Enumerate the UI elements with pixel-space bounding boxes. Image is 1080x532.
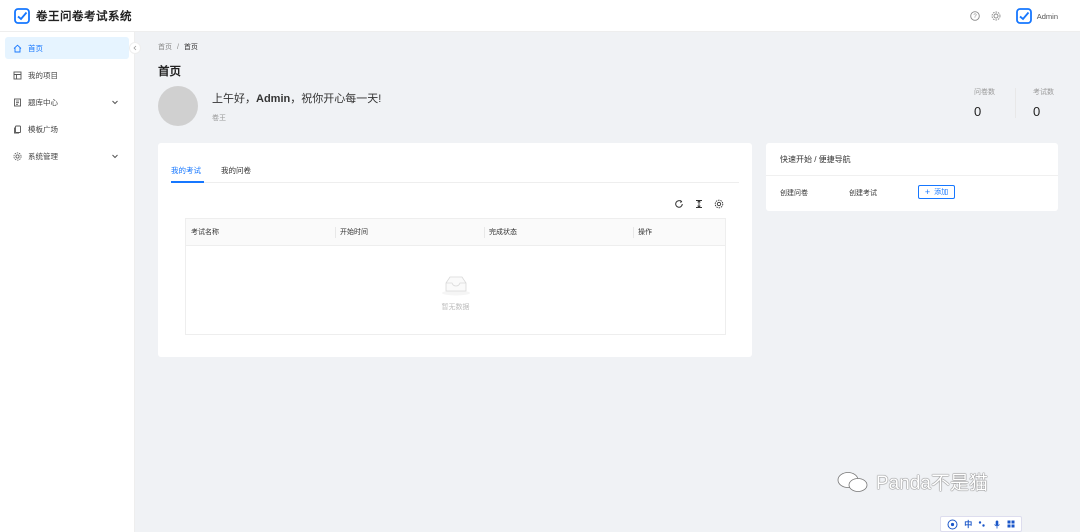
quick-start-card: 快速开始 / 便捷导航 创建问卷 创建考试 + 添加: [766, 143, 1058, 211]
exam-table: 考试名称 开始时间 完成状态 操作 暂无数据: [185, 218, 726, 335]
add-shortcut-button[interactable]: + 添加: [918, 185, 955, 199]
create-survey-link[interactable]: 创建问卷: [780, 188, 808, 198]
greeting-name: Admin: [256, 93, 291, 105]
empty-box-icon: [441, 276, 470, 296]
create-exam-link[interactable]: 创建考试: [849, 188, 877, 198]
settings-icon: [13, 152, 22, 161]
stat-label: 问卷数: [974, 89, 995, 96]
stat-divider: [1015, 88, 1016, 118]
punctuation-icon[interactable]: [978, 520, 986, 528]
breadcrumb-separator: /: [176, 44, 179, 51]
apps-grid-icon[interactable]: [1007, 520, 1015, 528]
page-title: 首页: [158, 66, 181, 78]
home-icon: [13, 44, 22, 53]
column-height-icon[interactable]: [693, 198, 704, 209]
table-settings-icon[interactable]: [713, 198, 724, 209]
tab-active-indicator: [171, 181, 204, 183]
sidebar-item-label: 首页: [28, 43, 43, 53]
chevron-down-icon: [112, 100, 118, 105]
plus-icon: +: [924, 186, 931, 197]
tab-my-surveys[interactable]: 我的问卷: [221, 165, 251, 176]
column-header: 完成状态: [484, 219, 633, 245]
stat-survey-count: 问卷数 0: [974, 87, 995, 119]
sidebar-item-system[interactable]: 系统管理: [5, 145, 129, 167]
microphone-icon[interactable]: [993, 520, 1001, 529]
stat-value: 0: [1033, 104, 1041, 119]
user-role: 卷王: [212, 115, 226, 122]
sidebar-item-projects[interactable]: 我的项目: [5, 64, 129, 86]
greeting-prefix: 上午好，: [212, 93, 256, 105]
project-icon: [13, 71, 22, 80]
refresh-icon[interactable]: [673, 198, 684, 209]
svg-text:?: ?: [973, 14, 977, 20]
column-header: 考试名称: [191, 229, 219, 236]
user-avatar-icon[interactable]: [1015, 8, 1032, 24]
ime-logo-icon[interactable]: [947, 519, 958, 530]
stat-label: 考试数: [1033, 89, 1054, 96]
app-logo-icon: [14, 7, 30, 24]
sidebar-item-templates[interactable]: 模板广场: [5, 118, 129, 140]
avatar: [158, 86, 198, 126]
wechat-icon: [837, 471, 868, 492]
gear-icon[interactable]: [990, 10, 1002, 22]
watermark-text: Panda不是猫: [876, 473, 988, 494]
stat-value: 0: [974, 104, 982, 119]
empty-state: 暂无数据: [186, 246, 725, 334]
sidebar-item-label: 系统管理: [28, 151, 58, 161]
sidebar-item-question-bank[interactable]: 题库中心: [5, 91, 129, 113]
sidebar-collapse-button[interactable]: [129, 42, 141, 54]
help-icon[interactable]: ?: [969, 10, 981, 22]
watermark: Panda不是猫: [836, 468, 988, 495]
empty-text: 暂无数据: [441, 304, 470, 311]
sidebar-item-home[interactable]: 首页: [5, 37, 129, 59]
breadcrumb: 首页 / 首页: [158, 42, 198, 52]
breadcrumb-current: 首页: [183, 44, 198, 51]
app-title: 卷王问卷考试系统: [36, 10, 132, 23]
top-header: 卷王问卷考试系统 ? Admin: [0, 0, 1080, 32]
column-header: 操作: [633, 219, 725, 245]
column-header: 开始时间: [335, 219, 484, 245]
greeting-suffix: ，祝你开心每一天!: [290, 93, 382, 105]
question-bank-icon: [13, 98, 22, 107]
sidebar-item-label: 模板广场: [28, 124, 58, 134]
tab-my-exams[interactable]: 我的考试: [171, 165, 201, 176]
greeting: 上午好，Admin，祝你开心每一天!: [212, 90, 381, 106]
ime-mode[interactable]: 中: [964, 519, 972, 530]
sidebar-item-label: 题库中心: [28, 97, 58, 107]
stat-exam-count: 考试数 0: [1033, 87, 1054, 119]
table-toolbar: [664, 198, 724, 209]
ime-toolbar[interactable]: 中: [940, 516, 1022, 532]
quick-start-title: 快速开始 / 便捷导航: [780, 155, 851, 164]
username[interactable]: Admin: [1037, 12, 1058, 21]
divider: [766, 175, 1058, 176]
table-header: 考试名称 开始时间 完成状态 操作: [186, 219, 725, 246]
sidebar: 首页 我的项目 题库中心 模板广场 系统管理: [0, 32, 135, 532]
template-icon: [13, 125, 22, 134]
brand[interactable]: 卷王问卷考试系统: [14, 7, 132, 24]
chevron-down-icon: [112, 154, 118, 159]
add-button-label: 添加: [934, 189, 949, 196]
sidebar-item-label: 我的项目: [28, 70, 58, 80]
tab-bar: 我的考试 我的问卷: [171, 163, 739, 183]
my-items-card: 我的考试 我的问卷 考试名称 开始时间 完成状态 操作 暂无数据: [158, 143, 752, 357]
breadcrumb-root[interactable]: 首页: [158, 44, 172, 51]
chevron-left-icon: [133, 45, 137, 51]
